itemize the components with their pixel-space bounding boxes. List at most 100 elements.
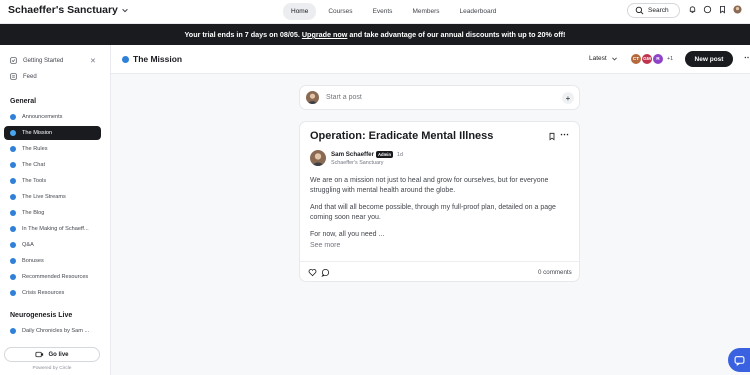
section-heading-neurogenesis: Neurogenesis Live	[10, 312, 73, 319]
sidebar-item-the-live-streams[interactable]: The Live Streams	[4, 190, 101, 204]
sidebar: Getting Started ✕ Feed General Announcem…	[0, 45, 111, 375]
space-icon	[10, 290, 16, 296]
brand-name: Schaeffer's Sanctuary	[8, 4, 118, 16]
go-live-button[interactable]: Go live	[4, 347, 100, 362]
avatar: R	[652, 53, 664, 65]
trial-banner: Your trial ends in 7 days on 08/05. Upgr…	[0, 24, 750, 45]
chat-launcher[interactable]	[728, 348, 750, 372]
header-actions	[688, 5, 742, 14]
see-more-link[interactable]: See more	[310, 242, 340, 249]
sidebar-item-in-the-making[interactable]: In The Making of Schaeff...	[4, 222, 101, 236]
post-card: Operation: Eradicate Mental Illness ⋯ Sa…	[299, 121, 580, 282]
sidebar-item-label: The Chat	[22, 162, 46, 168]
space-icon	[10, 162, 16, 168]
bookmark-icon[interactable]	[548, 132, 556, 141]
sidebar-item-the-tools[interactable]: The Tools	[4, 174, 101, 188]
chevron-down-icon	[122, 8, 128, 13]
sidebar-link-label: Feed	[23, 73, 37, 80]
chat-bubble-icon	[734, 355, 744, 366]
space-icon	[10, 274, 16, 280]
post-title[interactable]: Operation: Eradicate Mental Illness	[310, 130, 493, 142]
comments-count[interactable]: 0 comments	[538, 269, 572, 276]
sidebar-item-announcements[interactable]: Announcements	[4, 110, 101, 124]
new-post-button[interactable]: New post	[685, 51, 733, 67]
composer-placeholder: Start a post	[326, 94, 362, 101]
nav-events[interactable]: Events	[365, 3, 401, 20]
search-label: Search	[648, 7, 669, 14]
avatar	[306, 91, 319, 104]
sort-dropdown[interactable]: Latest	[589, 55, 618, 62]
chat-icon[interactable]	[703, 5, 712, 14]
section-heading-general: General	[10, 98, 37, 105]
sidebar-getting-started[interactable]: Getting Started	[10, 57, 63, 64]
bell-icon[interactable]	[688, 5, 697, 14]
sidebar-item-label: Q&A	[22, 242, 34, 248]
nav-home[interactable]: Home	[283, 3, 317, 20]
comment-icon[interactable]	[321, 268, 330, 277]
close-icon[interactable]: ✕	[90, 57, 96, 65]
space-icon	[10, 328, 16, 334]
space-icon	[10, 258, 16, 264]
sidebar-item-label: Daily Chronicles by Sam ...	[22, 328, 90, 334]
status-badge: Admin	[376, 151, 394, 158]
post-text-line: We are on a mission not just to heal and…	[310, 177, 549, 184]
community-name: Schaeffer's Sanctuary	[331, 160, 384, 166]
space-icon	[10, 194, 16, 200]
sidebar-item-bonuses[interactable]: Bonuses	[4, 254, 101, 268]
nav-members[interactable]: Members	[404, 3, 447, 20]
banner-prefix: Your trial ends in 7 days on 08/05.	[184, 30, 300, 39]
sidebar-item-label: The Mission	[22, 130, 53, 136]
sidebar-item-label: Announcements	[22, 114, 63, 120]
powered-by[interactable]: Powered by Circle	[0, 366, 104, 371]
sidebar-item-the-rules[interactable]: The Rules	[4, 142, 101, 156]
bookmark-icon[interactable]	[718, 5, 727, 14]
author-name[interactable]: Sam Schaeffer	[331, 151, 374, 158]
sidebar-item-label: Recommended Resources	[22, 274, 89, 280]
nav-leaderboard[interactable]: Leaderboard	[452, 3, 505, 20]
more-options-icon[interactable]: ⋯	[744, 53, 750, 62]
sidebar-item-label: Crisis Resources	[22, 290, 65, 296]
feed-icon	[10, 73, 17, 80]
checklist-icon	[10, 57, 17, 64]
sidebar-item-qa[interactable]: Q&A	[4, 238, 101, 252]
sidebar-item-label: The Blog	[22, 210, 45, 216]
sidebar-item-the-chat[interactable]: The Chat	[4, 158, 101, 172]
post-text-line: coming soon near you.	[310, 214, 381, 221]
banner-suffix: and take advantage of our annual discoun…	[349, 30, 566, 39]
sidebar-item-label: Bonuses	[22, 258, 44, 264]
sidebar-item-the-mission[interactable]: The Mission	[4, 126, 101, 140]
search-button[interactable]: Search	[627, 3, 680, 18]
sidebar-item-label: In The Making of Schaeff...	[22, 226, 89, 232]
community-switcher[interactable]: Schaeffer's Sanctuary	[8, 4, 129, 16]
user-avatar-icon[interactable]	[733, 5, 742, 14]
more-options-icon[interactable]: ⋯	[560, 129, 569, 140]
space-icon	[122, 56, 129, 63]
upgrade-link[interactable]: Upgrade now	[302, 30, 348, 39]
nav-courses[interactable]: Courses	[320, 3, 360, 20]
avatar[interactable]	[310, 150, 326, 166]
space-header: The Mission Latest CT GM R +1 New post ⋯	[111, 45, 750, 74]
space-icon	[10, 130, 16, 136]
page-title: The Mission	[133, 54, 183, 64]
heart-icon[interactable]	[308, 268, 317, 277]
extra-members-count: +1	[667, 56, 674, 62]
top-bar: Schaeffer's Sanctuary Home Courses Event…	[0, 0, 750, 24]
sidebar-item-label: The Tools	[22, 178, 47, 184]
sidebar-item-daily-chronicles[interactable]: Daily Chronicles by Sam ...	[4, 324, 101, 338]
post-timestamp: 1d	[397, 152, 403, 158]
add-icon[interactable]: +	[562, 92, 574, 104]
post-text-line: struggling with mental health around the…	[310, 187, 456, 194]
sidebar-item-the-blog[interactable]: The Blog	[4, 206, 101, 220]
member-avatars[interactable]: CT GM R +1	[630, 53, 673, 65]
sidebar-item-crisis-resources[interactable]: Crisis Resources	[4, 286, 101, 300]
space-icon	[10, 226, 16, 232]
post-composer[interactable]: Start a post +	[299, 85, 580, 110]
sidebar-feed[interactable]: Feed	[10, 73, 37, 80]
sidebar-item-recommended-resources[interactable]: Recommended Resources	[4, 270, 101, 284]
sidebar-link-label: Getting Started	[23, 57, 64, 64]
space-icon	[10, 210, 16, 216]
chevron-down-icon	[611, 57, 617, 61]
sidebar-item-label: The Rules	[22, 146, 48, 152]
sort-label: Latest	[589, 55, 607, 62]
top-nav: Home Courses Events Members Leaderboard	[283, 3, 504, 20]
